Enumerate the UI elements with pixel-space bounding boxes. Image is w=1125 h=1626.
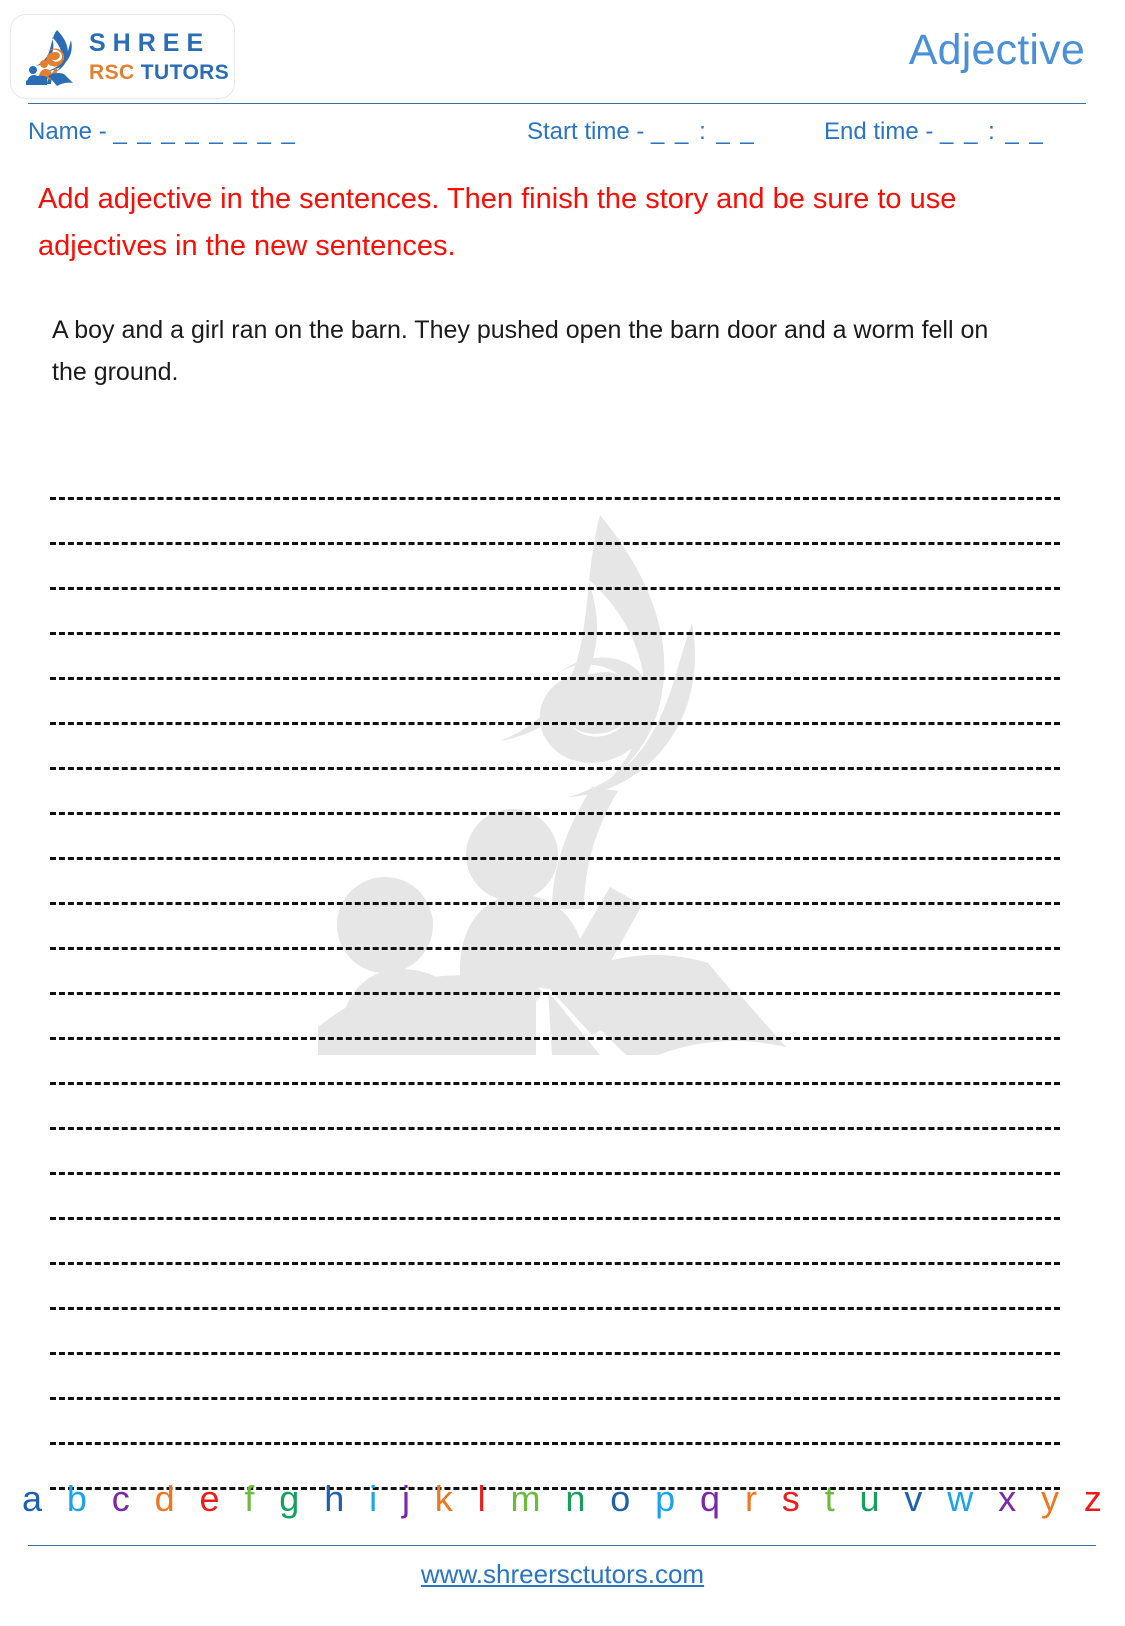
footer-divider [28, 1545, 1096, 1546]
brand-name-tutors-text: TUTORS [140, 60, 230, 84]
writing-line[interactable] [50, 1040, 1060, 1085]
brand-name-shree: SHREE [89, 28, 211, 57]
writing-line[interactable] [50, 905, 1060, 950]
start-time-label: Start time - [527, 118, 645, 145]
alphabet-letter-q: q [700, 1478, 721, 1519]
alphabet-strip: abcdefghijklmnopqrstuvwxyz [22, 1478, 1102, 1520]
writing-line[interactable] [50, 635, 1060, 680]
writing-line[interactable] [50, 680, 1060, 725]
alphabet-letter-i: i [369, 1478, 378, 1519]
alphabet-letter-w: w [947, 1478, 974, 1519]
page-header: SHREE RSC TUTORS Adjective [0, 0, 1125, 110]
website-link[interactable]: www.shreersctutors.com [0, 1559, 1125, 1590]
alphabet-letter-v: v [904, 1478, 923, 1519]
writing-line[interactable] [50, 455, 1060, 500]
writing-line[interactable] [50, 815, 1060, 860]
alphabet-letter-g: g [279, 1478, 300, 1519]
brand-wordmark: SHREE RSC TUTORS [89, 28, 229, 83]
writing-line[interactable] [50, 995, 1060, 1040]
name-label: Name - [28, 118, 107, 145]
alphabet-letter-m: m [510, 1478, 541, 1519]
name-blank: _ _ _ _ _ _ _ _ [113, 118, 297, 145]
alphabet-letter-d: d [154, 1478, 175, 1519]
writing-line[interactable] [50, 1400, 1060, 1445]
alphabet-letter-o: o [610, 1478, 631, 1519]
start-time-field[interactable]: Start time - _ _ : _ _ [527, 118, 756, 146]
writing-line[interactable] [50, 1175, 1060, 1220]
alphabet-letter-k: k [434, 1478, 453, 1519]
writing-line[interactable] [50, 590, 1060, 635]
end-time-field[interactable]: End time - _ _ : _ _ [824, 118, 1045, 146]
alphabet-letter-p: p [655, 1478, 676, 1519]
writing-line[interactable] [50, 770, 1060, 815]
alphabet-letter-c: c [111, 1478, 130, 1519]
alphabet-letter-l: l [477, 1478, 486, 1519]
writing-line[interactable] [50, 1310, 1060, 1355]
end-time-blank: _ _ : _ _ [940, 118, 1045, 145]
name-field[interactable]: Name - _ _ _ _ _ _ _ _ [28, 118, 297, 146]
writing-lines-area[interactable] [50, 455, 1060, 1490]
alphabet-letter-h: h [324, 1478, 345, 1519]
worksheet-meta-row: Name - _ _ _ _ _ _ _ _ Start time - _ _ … [0, 118, 1125, 158]
writing-line[interactable] [50, 545, 1060, 590]
alphabet-letter-t: t [824, 1478, 835, 1519]
writing-line[interactable] [50, 950, 1060, 995]
alphabet-letter-f: f [244, 1478, 255, 1519]
writing-line[interactable] [50, 1265, 1060, 1310]
instruction-text: Add adjective in the sentences. Then fin… [38, 183, 957, 262]
writing-line[interactable] [50, 725, 1060, 770]
brand-name-rsc-tutors: RSC TUTORS [89, 62, 229, 83]
alphabet-letter-u: u [859, 1478, 880, 1519]
brand-logo: SHREE RSC TUTORS [10, 14, 235, 99]
writing-line[interactable] [50, 1220, 1060, 1265]
writing-line[interactable] [50, 860, 1060, 905]
brand-name-rsc: RSC [89, 60, 135, 84]
alphabet-letter-y: y [1041, 1478, 1059, 1519]
writing-line[interactable] [50, 1130, 1060, 1175]
end-time-label: End time - [824, 118, 934, 145]
alphabet-letter-e: e [199, 1478, 220, 1519]
writing-line[interactable] [50, 1085, 1060, 1130]
start-time-blank: _ _ : _ _ [651, 118, 756, 145]
alphabet-letter-s: s [781, 1478, 800, 1519]
alphabet-letter-a: a [22, 1478, 43, 1519]
alphabet-letter-n: n [565, 1478, 586, 1519]
alphabet-letter-z: z [1083, 1478, 1102, 1519]
alphabet-letter-r: r [744, 1478, 757, 1519]
story-passage: A boy and a girl ran on the barn. They p… [52, 316, 989, 386]
writing-line[interactable] [50, 1355, 1060, 1400]
flame-book-logo-icon [25, 28, 81, 86]
page-title: Adjective [908, 26, 1085, 74]
header-divider [28, 103, 1086, 104]
alphabet-letter-b: b [66, 1478, 87, 1519]
alphabet-letter-x: x [998, 1478, 1017, 1519]
alphabet-letter-j: j [401, 1478, 410, 1519]
writing-line[interactable] [50, 500, 1060, 545]
worksheet-page: SHREE RSC TUTORS Adjective Name - _ _ _ … [0, 0, 1125, 1626]
